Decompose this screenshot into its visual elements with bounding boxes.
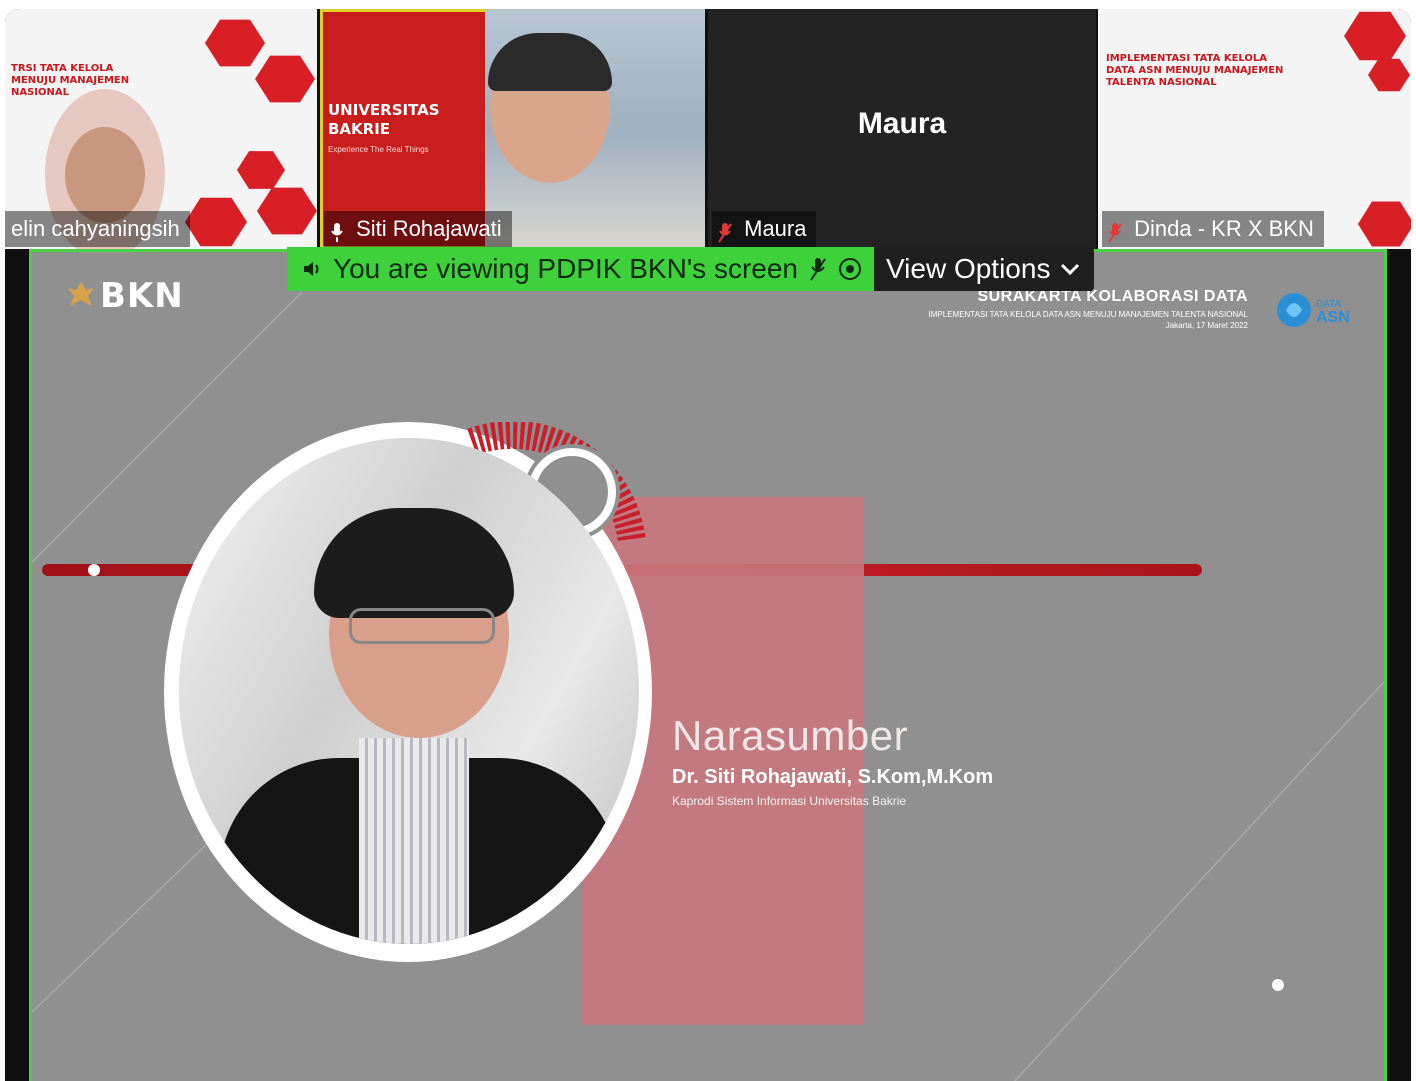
shared-screen[interactable]: BKN SURAKARTA KOLABORASI DATA IMPLEMENTA… bbox=[29, 249, 1387, 1081]
participant-face bbox=[65, 127, 145, 223]
slide-thumbnail-text: IMPLEMENTASI TATA KELOLA DATA ASN MENUJU … bbox=[1106, 53, 1284, 88]
decor-hex bbox=[255, 55, 315, 103]
screen-share-banner: You are viewing PDPIK BKN's screen View … bbox=[287, 247, 1095, 291]
participant-tile-active-speaker[interactable]: UNIVERSITAS BAKRIE Experience The Real T… bbox=[320, 9, 705, 249]
participant-name-tag: Maura bbox=[712, 211, 817, 247]
participant-tile[interactable]: Maura Maura bbox=[708, 9, 1096, 249]
participant-name-tag: Siti Rohajawati bbox=[324, 211, 512, 247]
microphone-icon bbox=[330, 219, 344, 243]
participant-tile[interactable]: TRSI TATA KELOLA MENUJU MANAJEMEN NASIONAL… bbox=[5, 9, 317, 249]
share-status: You are viewing PDPIK BKN's screen bbox=[287, 247, 874, 291]
participant-name-tag: Dinda - KR X BKN bbox=[1102, 211, 1324, 247]
participant-name: Dinda - KR X BKN bbox=[1134, 216, 1314, 241]
view-options-button[interactable]: View Options bbox=[873, 247, 1095, 291]
meeting-window: TRSI TATA KELOLA MENUJU MANAJEMEN NASIONAL… bbox=[5, 9, 1411, 1081]
slide-subtitle: Experience The Real Things bbox=[328, 145, 429, 154]
decor-hex bbox=[257, 187, 317, 235]
chevron-down-icon bbox=[1061, 263, 1080, 276]
speaker-role: Kaprodi Sistem Informasi Universitas Bak… bbox=[672, 794, 907, 808]
participant-name: elin cahyaningsih bbox=[5, 211, 190, 247]
view-options-label: View Options bbox=[885, 253, 1051, 284]
decor-hex bbox=[185, 197, 247, 247]
decor-dot bbox=[1272, 979, 1284, 991]
decor-hex bbox=[237, 151, 285, 189]
share-status-text: You are viewing PDPIK BKN's screen bbox=[333, 253, 798, 284]
slide-section-title: Narasumber bbox=[672, 712, 909, 759]
muted-microphone-icon bbox=[810, 258, 826, 281]
muted-microphone-icon bbox=[1108, 219, 1122, 243]
participant-placeholder-name: Maura bbox=[857, 107, 947, 140]
speaker-photo bbox=[179, 438, 639, 944]
muted-microphone-icon bbox=[718, 219, 732, 243]
decor-hex bbox=[1368, 58, 1410, 92]
decor-dot bbox=[88, 564, 100, 576]
slide-title: UNIVERSITAS BAKRIE bbox=[328, 101, 440, 138]
decor-hex bbox=[205, 19, 265, 67]
speaker-name: Dr. Siti Rohajawati, S.Kom,M.Kom bbox=[672, 766, 994, 788]
participant-name: Siti Rohajawati bbox=[356, 216, 502, 241]
participant-tile[interactable]: IMPLEMENTASI TATA KELOLA DATA ASN MENUJU … bbox=[1098, 9, 1411, 249]
decor-hex bbox=[1358, 201, 1411, 247]
participant-name: Maura bbox=[744, 216, 807, 241]
speaker-volume-icon bbox=[304, 262, 319, 276]
decor-hex bbox=[1344, 11, 1406, 61]
record-icon[interactable] bbox=[838, 257, 862, 281]
